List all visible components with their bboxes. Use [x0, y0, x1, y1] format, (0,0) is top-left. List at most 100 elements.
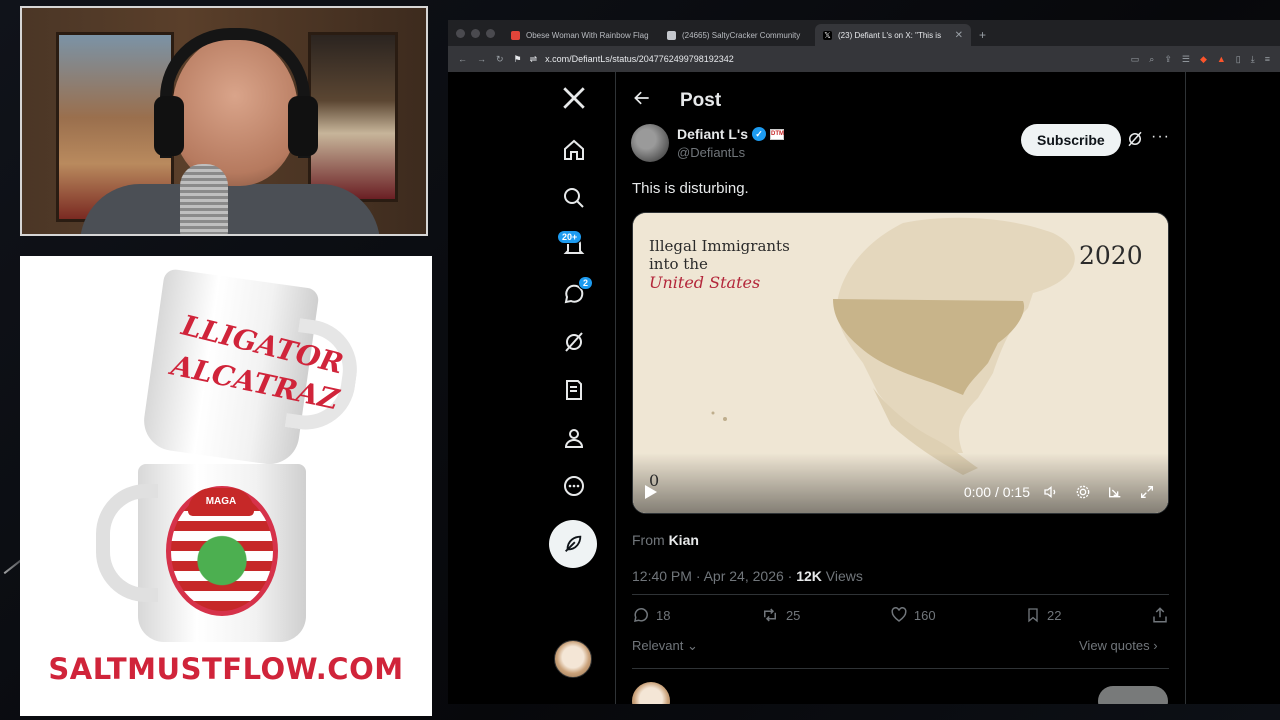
video-controls: 0:00 / 0:15 — [645, 483, 1156, 501]
post-text: This is disturbing. — [632, 180, 749, 197]
url-text: x.com/DefiantLs/status/20477624997981923… — [545, 54, 734, 64]
divider — [632, 594, 1169, 595]
reply-count: 18 — [656, 607, 671, 623]
x-sidebar: 20+ 2 — [548, 78, 600, 704]
stream-layout: LLIGATOR ALCATRAZ MAGA SALTMUSTFLOW.COM … — [0, 0, 1280, 720]
merch-ad: LLIGATOR ALCATRAZ MAGA SALTMUSTFLOW.COM — [20, 256, 432, 716]
bookmark-icon[interactable]: ⚑ — [514, 54, 522, 65]
back-arrow-icon[interactable] — [632, 88, 652, 113]
brave-shield-icon[interactable]: ◆ — [1200, 54, 1207, 65]
messages-icon[interactable]: 2 — [548, 274, 600, 314]
compose-post-button[interactable] — [549, 520, 597, 568]
sort-label: Relevant — [632, 638, 684, 653]
reply-button[interactable]: 18 — [632, 606, 670, 624]
messages-badge: 2 — [578, 276, 594, 290]
menu-icon[interactable]: ≡ — [1265, 54, 1270, 65]
back-arrow-icon[interactable]: ← — [458, 54, 467, 64]
site-info-icon[interactable]: ⇌ — [530, 54, 538, 65]
fullscreen-icon[interactable] — [1138, 484, 1156, 500]
picture-in-picture-icon[interactable] — [1106, 484, 1124, 500]
from-label: From — [632, 532, 665, 548]
volume-icon[interactable] — [1042, 484, 1060, 500]
reload-icon[interactable]: ↻ — [496, 54, 504, 65]
webcam-feed — [20, 6, 428, 236]
views-label: Views — [821, 568, 863, 584]
video-title-highlight: United States — [649, 273, 761, 292]
browser-tab[interactable]: Obese Woman With Rainbow Flag — [503, 24, 659, 46]
author-name-row[interactable]: Defiant L's ✓ DTM — [677, 126, 785, 142]
video-title-line1: Illegal Immigrants — [649, 237, 790, 255]
video-title-line2: into the — [649, 255, 708, 273]
author-name[interactable]: Defiant L's — [677, 126, 748, 142]
profile-icon[interactable] — [548, 418, 600, 458]
brave-rewards-icon[interactable]: ▲ — [1217, 54, 1226, 65]
tab-close-icon[interactable]: ✕ — [955, 30, 963, 41]
sidebar-icon[interactable]: ▯ — [1236, 54, 1241, 65]
video-time: 0:00 / 0:15 — [963, 484, 1030, 500]
tab-strip: Obese Woman With Rainbow Flag (24665) Sa… — [448, 20, 1280, 46]
merch-url: SALTMUSTFLOW.COM — [48, 652, 404, 686]
streamer-shoulders — [80, 184, 380, 234]
author-avatar[interactable] — [631, 124, 669, 162]
home-icon[interactable] — [548, 130, 600, 170]
tab-title: (24665) SaltyCracker Community — [682, 30, 801, 40]
browser-tab[interactable]: (24665) SaltyCracker Community — [659, 24, 815, 46]
x-favicon-icon: 𝕏 — [823, 30, 832, 40]
play-icon[interactable] — [645, 485, 657, 499]
reply-sort-dropdown[interactable]: Relevant ⌄ — [632, 638, 698, 654]
mug-bottom-handle — [96, 484, 158, 602]
address-bar[interactable]: ⚑ ⇌ x.com/DefiantLs/status/2047762499798… — [514, 50, 1121, 68]
more-icon[interactable]: ··· — [1151, 128, 1170, 146]
tab-favicon-icon — [511, 30, 520, 40]
microphone — [180, 164, 228, 234]
post-timestamp[interactable]: 12:40 PM · Apr 24, 2026 · — [632, 568, 796, 584]
page-title: Post — [680, 89, 722, 111]
more-options-icon[interactable] — [548, 466, 600, 506]
repost-button[interactable]: 25 — [760, 606, 800, 624]
minimize-window-button[interactable] — [471, 29, 480, 38]
author-handle[interactable]: @DefiantLs — [677, 145, 745, 160]
view-quotes-link[interactable]: View quotes › — [1079, 638, 1158, 653]
source-name[interactable]: Kian — [669, 532, 699, 548]
post-actions: 18 25 160 22 — [632, 606, 1169, 624]
post-meta: 12:40 PM · Apr 24, 2026 · 12K Views — [632, 568, 863, 584]
video-player[interactable]: Illegal Immigrants into the United State… — [632, 212, 1169, 514]
share-icon[interactable]: ⇪ — [1164, 54, 1172, 65]
close-window-button[interactable] — [456, 29, 465, 38]
gator-cap-text: MAGA — [188, 488, 254, 516]
extensions-icon[interactable]: ☰ — [1182, 54, 1190, 65]
reply-submit-button[interactable] — [1098, 686, 1168, 704]
bookmark-count: 22 — [1047, 607, 1062, 623]
subscribe-button[interactable]: Subscribe — [1021, 124, 1121, 156]
video-control-icons — [1042, 484, 1156, 500]
bookmark-icon — [1028, 608, 1038, 623]
x-logo-icon[interactable] — [548, 78, 600, 118]
grok-explain-icon[interactable] — [1126, 130, 1144, 153]
grok-icon[interactable] — [548, 322, 600, 362]
search-icon[interactable] — [548, 178, 600, 218]
forward-arrow-icon[interactable]: → — [477, 54, 486, 64]
notifications-bell-icon[interactable]: 20+ — [548, 226, 600, 266]
browser-window: Obese Woman With Rainbow Flag (24665) Sa… — [448, 20, 1280, 704]
zoom-icon[interactable]: ⌕ — [1149, 54, 1154, 65]
browser-tab-active[interactable]: 𝕏 (23) Defiant L's on X: "This is ✕ — [815, 24, 971, 46]
account-avatar[interactable] — [554, 640, 592, 678]
maximize-window-button[interactable] — [486, 29, 495, 38]
download-icon[interactable]: ⤓ — [1251, 54, 1255, 65]
tab-title: Obese Woman With Rainbow Flag — [526, 30, 649, 40]
views-count: 12K — [796, 568, 822, 584]
articles-icon[interactable] — [548, 370, 600, 410]
share-icon — [1153, 607, 1167, 623]
new-tab-icon[interactable]: + — [979, 28, 986, 42]
video-year: 2020 — [1079, 241, 1143, 270]
video-source: From Kian — [632, 532, 699, 548]
tab-title: (23) Defiant L's on X: "This is — [838, 30, 942, 40]
like-button[interactable]: 160 — [890, 606, 936, 624]
cast-icon[interactable]: ▭ — [1131, 54, 1140, 65]
settings-gear-icon[interactable] — [1074, 484, 1092, 500]
share-button[interactable] — [1151, 606, 1169, 624]
toolbar-icons: ▭ ⌕ ⇪ ☰ ◆ ▲ ▯ ⤓ ≡ — [1131, 54, 1270, 65]
repost-count: 25 — [785, 607, 801, 623]
bookmark-button[interactable]: 22 — [1025, 606, 1062, 624]
like-count: 160 — [913, 607, 936, 623]
